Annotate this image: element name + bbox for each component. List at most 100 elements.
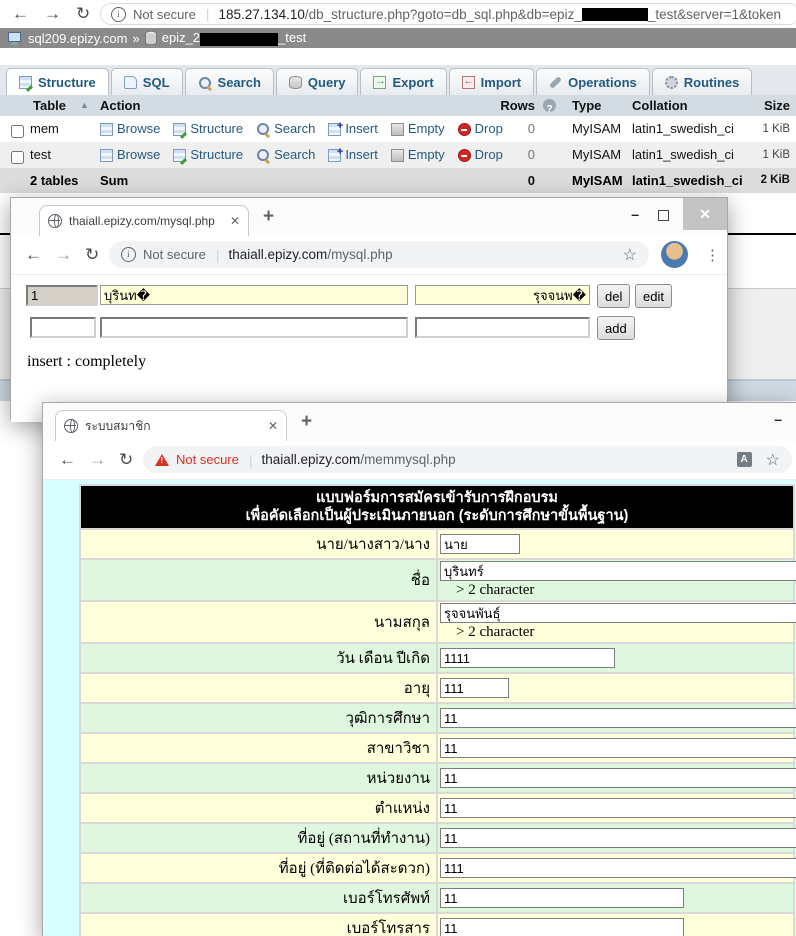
forward-icon[interactable]: →: [55, 241, 72, 269]
back-icon[interactable]: ←: [12, 0, 29, 28]
browser2-titlebar[interactable]: thaiall.epizy.com/mysql.php ✕ + – ✕: [11, 198, 727, 236]
row-checkbox[interactable]: [11, 151, 24, 164]
action-insert[interactable]: Insert: [328, 116, 378, 142]
row-checkbox[interactable]: [11, 125, 24, 138]
action-structure[interactable]: Structure: [173, 116, 243, 142]
action-search[interactable]: Search: [256, 116, 315, 142]
forward-icon[interactable]: →: [44, 0, 61, 28]
minimize-icon[interactable]: –: [631, 206, 639, 222]
form-row: เบอร์โทรศัพท์: [81, 884, 793, 912]
record-name-field[interactable]: [100, 285, 408, 305]
browser2-tab[interactable]: thaiall.epizy.com/mysql.php ✕: [39, 205, 249, 236]
tab-routines[interactable]: Routines: [652, 68, 753, 95]
row-size: 1 KiB: [742, 116, 790, 142]
col-size[interactable]: Size: [742, 95, 790, 116]
address-bar[interactable]: i Not secure | 185.27.134.10/db_structur…: [100, 3, 796, 25]
action-empty[interactable]: Empty: [391, 116, 445, 142]
drop-minus-icon: [458, 149, 471, 162]
field-note: > 2 character: [456, 582, 534, 598]
table-browse-icon: [100, 149, 113, 162]
tab-sql[interactable]: SQL: [111, 68, 183, 95]
action-empty[interactable]: Empty: [391, 142, 445, 168]
record-surname-field[interactable]: [415, 285, 590, 305]
contact-address-field[interactable]: [440, 858, 796, 878]
breadcrumb-db[interactable]: epiz_2_test: [162, 30, 307, 45]
help-icon[interactable]: ?: [543, 99, 556, 112]
info-icon[interactable]: i: [111, 7, 126, 22]
action-browse[interactable]: Browse: [100, 142, 160, 168]
row-type: MyISAM: [572, 116, 621, 142]
tab-export[interactable]: Export: [360, 68, 446, 95]
education-field[interactable]: [440, 708, 796, 728]
major-field[interactable]: [440, 738, 796, 758]
col-type[interactable]: Type: [572, 95, 601, 116]
export-icon: [373, 76, 386, 89]
info-icon[interactable]: i: [121, 247, 136, 262]
address-bar[interactable]: Not secure | thaiall.epizy.com/memmysql.…: [143, 446, 792, 473]
phone-field[interactable]: [440, 888, 684, 908]
minimize-icon[interactable]: –: [774, 411, 782, 427]
new-tab-icon[interactable]: +: [263, 206, 274, 228]
back-icon[interactable]: ←: [59, 446, 76, 474]
tab-query[interactable]: Query: [276, 68, 359, 95]
del-button[interactable]: del: [597, 284, 630, 308]
new-tab-icon[interactable]: +: [301, 411, 312, 433]
warning-triangle-icon[interactable]: [155, 454, 169, 466]
insert-plus-icon: [328, 149, 341, 162]
import-icon: [462, 76, 475, 89]
maximize-icon[interactable]: [658, 210, 669, 221]
add-button[interactable]: add: [597, 316, 635, 340]
reload-icon[interactable]: ↻: [119, 446, 133, 474]
row-count: 0: [490, 142, 535, 168]
translate-icon[interactable]: A: [737, 452, 752, 467]
forward-icon[interactable]: →: [89, 446, 106, 474]
tab-close-icon[interactable]: ✕: [230, 214, 240, 228]
work-address-field[interactable]: [440, 828, 796, 848]
tab-search[interactable]: Search: [185, 68, 274, 95]
col-collation[interactable]: Collation: [632, 95, 688, 116]
reload-icon[interactable]: ↻: [85, 241, 99, 269]
breadcrumb-separator: »: [132, 31, 139, 46]
reload-icon[interactable]: ↻: [76, 0, 90, 28]
form-row: เบอร์โทรสาร: [81, 914, 793, 936]
action-browse[interactable]: Browse: [100, 116, 160, 142]
col-table[interactable]: Table: [33, 95, 66, 116]
title-field[interactable]: [440, 534, 520, 554]
back-icon[interactable]: ←: [25, 241, 42, 269]
edit-button[interactable]: edit: [635, 284, 672, 308]
table-name[interactable]: test: [30, 142, 51, 168]
record-id-field[interactable]: [26, 285, 98, 306]
row-size: 1 KiB: [742, 142, 790, 168]
bookmark-star-icon[interactable]: ☆: [623, 245, 637, 265]
address-bar[interactable]: i Not secure | thaiall.epizy.com/mysql.p…: [109, 241, 649, 268]
birthdate-field[interactable]: [440, 648, 615, 668]
tab-import[interactable]: Import: [449, 68, 534, 95]
browser3-tab[interactable]: ระบบสมาชิก ✕: [55, 410, 287, 441]
bookmark-star-icon[interactable]: ☆: [766, 450, 780, 470]
lastname-field[interactable]: [440, 603, 796, 623]
action-structure[interactable]: Structure: [173, 142, 243, 168]
firstname-field[interactable]: [440, 561, 796, 581]
organization-field[interactable]: [440, 768, 796, 788]
new-id-field[interactable]: [30, 317, 96, 338]
menu-dots-icon[interactable]: ⋮: [705, 246, 720, 264]
fax-field[interactable]: [440, 918, 684, 936]
tab-close-icon[interactable]: ✕: [268, 419, 278, 433]
action-insert[interactable]: Insert: [328, 142, 378, 168]
breadcrumb-server[interactable]: sql209.epizy.com: [28, 31, 127, 46]
tab-structure[interactable]: Structure: [6, 68, 109, 95]
tab-operations[interactable]: Operations: [536, 68, 650, 95]
position-field[interactable]: [440, 798, 796, 818]
drop-minus-icon: [458, 123, 471, 136]
browser3-titlebar[interactable]: ระบบสมาชิก ✕ + –: [43, 403, 796, 441]
close-icon[interactable]: ✕: [683, 198, 727, 230]
avatar[interactable]: [661, 241, 688, 268]
table-name[interactable]: mem: [30, 116, 59, 142]
new-name-field[interactable]: [100, 317, 408, 338]
action-search[interactable]: Search: [256, 142, 315, 168]
age-field[interactable]: [440, 678, 509, 698]
new-surname-field[interactable]: [415, 317, 590, 338]
col-rows[interactable]: Rows: [470, 95, 535, 116]
url-path: /mysql.php: [327, 247, 392, 262]
field-label: นามสกุล: [81, 602, 436, 642]
